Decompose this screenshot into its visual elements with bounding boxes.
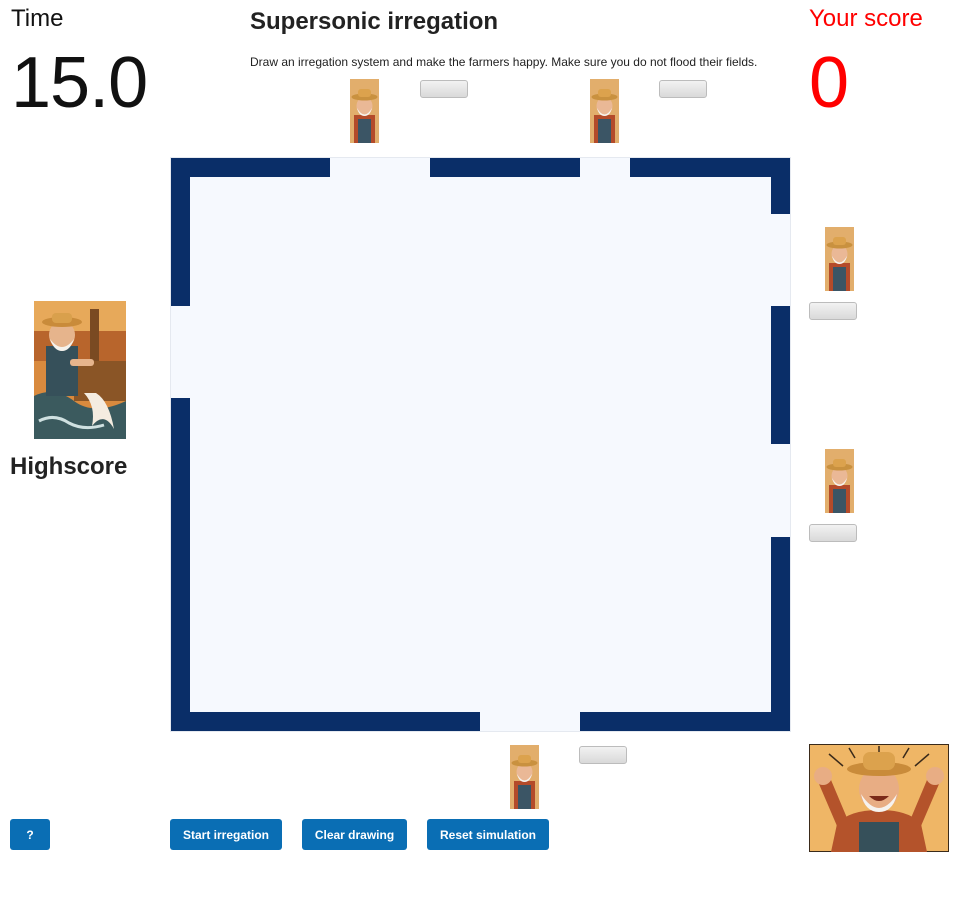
start-irrigation-button[interactable]: Start irregation <box>170 819 282 850</box>
farmer-right-lower-icon <box>825 449 854 513</box>
farmer-top-left-icon <box>350 79 379 143</box>
farmer-irrigation-illustration <box>34 301 126 439</box>
highscore-label: Highscore <box>10 453 128 480</box>
farmer-right-lower-water-meter <box>809 524 857 542</box>
wall-left-1 <box>171 158 190 306</box>
farmer-right-upper-water-meter <box>809 302 857 320</box>
wall-bottom-1 <box>171 712 480 731</box>
wall-top-1 <box>171 158 330 177</box>
help-button[interactable]: ? <box>10 819 50 850</box>
wall-top-3 <box>630 158 790 177</box>
happy-farmer-illustration <box>809 744 949 852</box>
wall-top-2 <box>430 158 580 177</box>
farmer-top-right-icon <box>590 79 619 143</box>
farmer-top-left-water-meter <box>420 80 468 98</box>
wall-right-2 <box>771 306 790 444</box>
wall-bottom-2 <box>580 712 790 731</box>
score-label: Your score <box>809 5 923 32</box>
time-label: Time <box>11 5 64 32</box>
farmer-bottom-icon <box>510 745 539 809</box>
farmer-right-upper-icon <box>825 227 854 291</box>
reset-simulation-button[interactable]: Reset simulation <box>427 819 549 850</box>
score-value: 0 <box>809 43 850 123</box>
farmer-bottom-water-meter <box>579 746 627 764</box>
wall-right-1 <box>771 158 790 214</box>
wall-right-3 <box>771 537 790 731</box>
instructions-text: Draw an irregation system and make the f… <box>250 55 758 69</box>
farmer-top-right-water-meter <box>659 80 707 98</box>
wall-left-2 <box>171 398 190 731</box>
clear-drawing-button[interactable]: Clear drawing <box>302 819 407 850</box>
page-title: Supersonic irregation <box>250 8 499 35</box>
irrigation-drawing-canvas[interactable] <box>170 157 791 732</box>
time-value: 15.0 <box>11 43 148 123</box>
